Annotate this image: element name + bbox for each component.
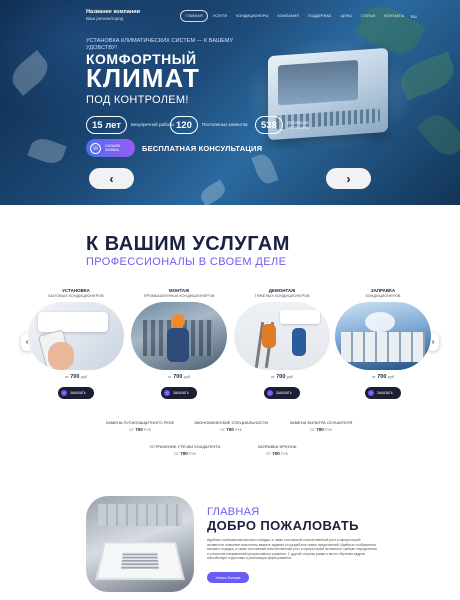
services-subtitle: Профессионалы в своем деле [86,256,287,268]
leaf-decor [416,108,460,162]
price-item-name: Устранение утечки хладагента [149,444,221,449]
card-price: от 700 руб [64,374,88,380]
nav-item-conditioners[interactable]: Кондиционеры [232,11,273,21]
remote-control-image [28,302,124,370]
cart-icon: › [61,390,67,396]
order-button[interactable]: › Заказать [58,387,94,399]
card-subtitle: кондиционеров [365,294,401,298]
leaf-decor [396,51,459,101]
welcome-label: Главная [207,506,260,518]
hero-banner: Название компании Ваш регион/город Главн… [0,0,460,205]
chevron-right-icon: › [431,338,435,346]
cart-icon: › [267,390,273,396]
service-card-installation[interactable]: Установка бытовых кондиционеров от 700 р… [28,288,124,399]
brand-tagline: Ваш регион/город [86,16,124,21]
nav-item-articles[interactable]: Статьи [356,11,379,21]
leaf-decor [251,151,279,187]
nav-item-company[interactable]: Компания [273,11,303,21]
services-title: К вашим услугам [86,233,290,255]
learn-more-button[interactable]: Узнать больше [207,572,249,583]
order-label: Заказать [276,391,292,395]
welcome-title: Добро пожаловать [207,518,359,533]
hero-kicker: Установка климатических систем — к вашем… [86,38,234,51]
cart-icon: › [368,390,374,396]
card-title: Установка [62,288,90,293]
stat-value: 15 лет [86,116,127,134]
nav-item-services[interactable]: Услуги [208,11,232,21]
language-switcher[interactable]: RU [411,14,417,19]
service-card-mounting[interactable]: Монтаж промышленных кондиционеров от 700… [131,288,227,399]
service-card-dismantling[interactable]: Демонтаж тяжелых кондиционеров от 700 ру… [234,288,330,399]
hero-title-line2: Климат [86,63,200,93]
slider-next-button[interactable]: › [326,168,371,189]
stat-value: 538 [255,116,283,134]
technicians-ladder-image [234,302,330,370]
price-item-name: Заправка фреона [257,444,297,449]
online-request-button[interactable]: ☏ Онлайн заявка [86,139,135,157]
stat-value: 120 [170,116,198,134]
industrial-workers-image [131,302,227,370]
leaf-decor [6,50,54,96]
order-button[interactable]: › Заказать [365,387,401,399]
order-label: Заказать [70,391,86,395]
order-button[interactable]: › Заказать [264,387,300,399]
price-item: Устранение утечки хладагента от 700 руб [149,444,221,456]
price-item-name: Замена пускозащитного реле [105,420,175,425]
price-item-name: Замена фильтра осушителя [289,420,353,425]
nav-item-home[interactable]: Главная [180,10,209,22]
service-card-refill[interactable]: Заправка кондиционеров от 700 руб › Заказ… [335,288,431,399]
nav-item-support[interactable]: Поддержка [303,11,336,21]
cart-icon: › [164,390,170,396]
nav-item-contacts[interactable]: Контакты [380,11,409,21]
order-label: Заказать [377,391,393,395]
hero-title-line3: под контролем! [86,94,189,106]
leaf-decor [197,179,229,205]
order-label: Заказать [173,391,189,395]
card-price: от 700 руб [167,374,191,380]
card-title: Монтаж [168,288,190,293]
main-nav: Главная Услуги Кондиционеры Компания Под… [180,10,417,22]
price-item: Экономические специальности от 700 руб [193,420,269,432]
stat-contracts: 538 Договоров заключено [255,116,321,134]
stat-label: Постоянных клиентов [201,122,248,128]
leaf-decor [27,134,67,168]
chevron-right-icon: › [346,171,351,186]
phone-icon: ☏ [90,142,101,154]
card-price: от 700 руб [270,374,294,380]
nav-item-prices[interactable]: Цены [336,11,356,21]
price-item-name: Экономические специальности [193,420,269,425]
online-request-label: Онлайн заявка [104,144,121,152]
price-item: Замена фильтра осушителя от 700 руб [289,420,353,432]
card-price: от 700 руб [371,374,395,380]
free-consultation-link[interactable]: Бесплатная консультация [142,144,262,153]
stat-years: 15 лет Безупречной работы [86,116,177,134]
card-subtitle: промышленных кондиционеров [143,294,215,298]
stat-label: Договоров заключено [286,119,310,130]
welcome-text: Идейные соображения высшего порядка, а т… [207,538,377,561]
card-subtitle: тяжелых кондиционеров [254,294,310,298]
brand[interactable]: Название компании Ваш регион/город [86,9,140,21]
chevron-left-icon: ‹ [109,171,114,186]
ceiling-cassette-image [86,496,194,592]
order-button[interactable]: › Заказать [161,387,197,399]
card-title: Демонтаж [268,288,296,293]
brand-name: Название компании [86,9,140,15]
card-subtitle: бытовых кондиционеров [48,294,104,298]
stat-clients: 120 Постоянных клиентов [170,116,258,134]
slider-prev-button[interactable]: ‹ [89,168,134,189]
card-title: Заправка [370,288,396,293]
price-item: Заправка фреона от 700 руб [257,444,297,456]
price-item: Замена пускозащитного реле от 700 руб [105,420,175,432]
rooftop-units-image [335,302,431,370]
